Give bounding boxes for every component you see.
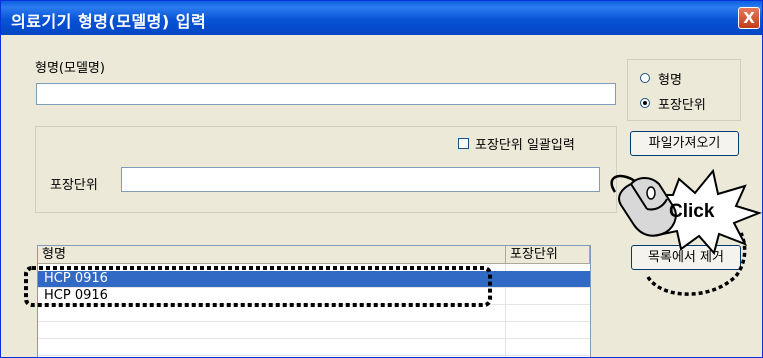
dotted-highlight-rows xyxy=(24,266,492,307)
dotted-arc-arrow xyxy=(646,232,747,296)
mouse-icon xyxy=(610,174,677,237)
model-input-dialog: 의료기기 형명(모델명) 입력 X 형명(모델명) 형명 포장단위 파일가져오기… xyxy=(0,0,763,358)
click-annotation-text: Click xyxy=(669,201,715,222)
annotation-overlay: Click xyxy=(24,168,762,307)
